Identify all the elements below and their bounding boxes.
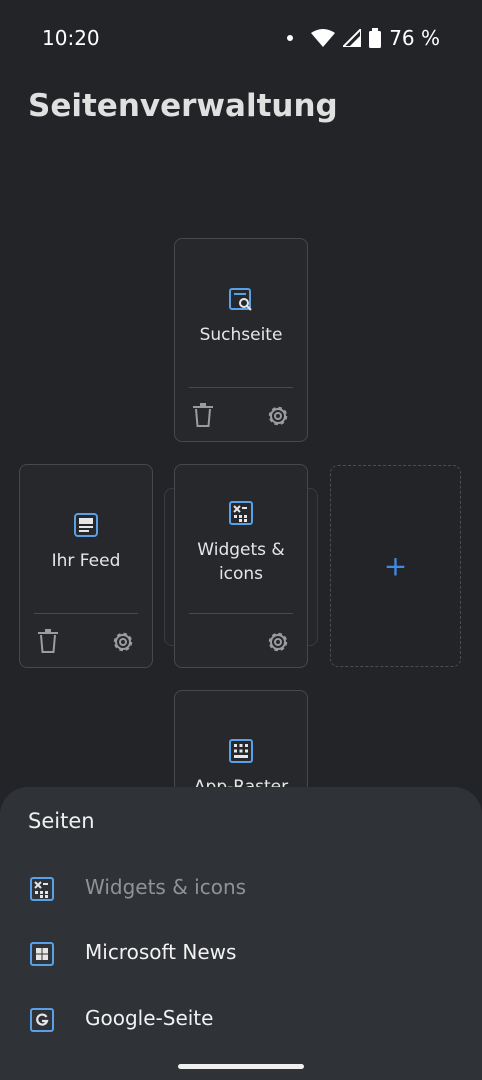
status-bar: 10:20 76 % — [0, 0, 482, 78]
card-label-feed: Ihr Feed — [51, 551, 121, 571]
battery-icon — [369, 28, 382, 48]
search-page-icon — [229, 288, 252, 311]
card-divider — [34, 613, 138, 614]
page-card-search[interactable]: Suchseite — [174, 238, 308, 442]
home-indicator[interactable] — [178, 1064, 304, 1069]
card-label-widgets: Widgets & icons — [175, 538, 307, 586]
status-time: 10:20 — [42, 26, 100, 50]
card-label-search: Suchseite — [199, 325, 283, 345]
wifi-icon — [311, 29, 336, 47]
widgets-icon — [229, 501, 253, 525]
add-page-icon: + — [383, 549, 408, 583]
trash-icon[interactable] — [193, 403, 213, 427]
card-divider — [189, 613, 293, 614]
sheet-item-label: Microsoft News — [85, 940, 237, 964]
gear-icon[interactable] — [265, 403, 291, 429]
page-title: Seitenverwaltung — [28, 88, 338, 124]
card-label-line: icons — [218, 564, 264, 584]
windows-icon — [30, 942, 54, 966]
cell-signal-icon — [343, 29, 362, 47]
battery-percentage: 76 % — [389, 26, 440, 50]
card-divider — [189, 387, 293, 388]
sheet-item-microsoft-news[interactable]: Microsoft News — [0, 924, 482, 984]
sheet-item-google[interactable]: Google-Seite — [0, 990, 482, 1050]
sheet-item-label: Google-Seite — [85, 1006, 214, 1030]
app-grid-icon — [229, 739, 253, 763]
add-page-card[interactable]: + — [330, 465, 461, 667]
feed-icon — [74, 513, 98, 537]
card-label-line: Widgets & — [197, 540, 285, 560]
sheet-item-label: Widgets & icons — [85, 875, 247, 899]
google-icon — [30, 1008, 54, 1032]
gear-icon[interactable] — [110, 629, 136, 655]
widgets-icon — [30, 877, 54, 901]
sheet-title: Seiten — [28, 809, 95, 833]
gear-icon[interactable] — [265, 629, 291, 655]
trash-icon[interactable] — [38, 629, 58, 653]
notification-dot-icon — [287, 35, 294, 41]
page-card-widgets[interactable]: Widgets & icons — [174, 464, 308, 668]
page-card-feed[interactable]: Ihr Feed — [19, 464, 153, 668]
pages-bottom-sheet: Seiten Widgets & icons Microsoft News Go… — [0, 787, 482, 1080]
sheet-item-widgets[interactable]: Widgets & icons — [0, 859, 482, 919]
status-icons: 76 % — [287, 26, 440, 50]
